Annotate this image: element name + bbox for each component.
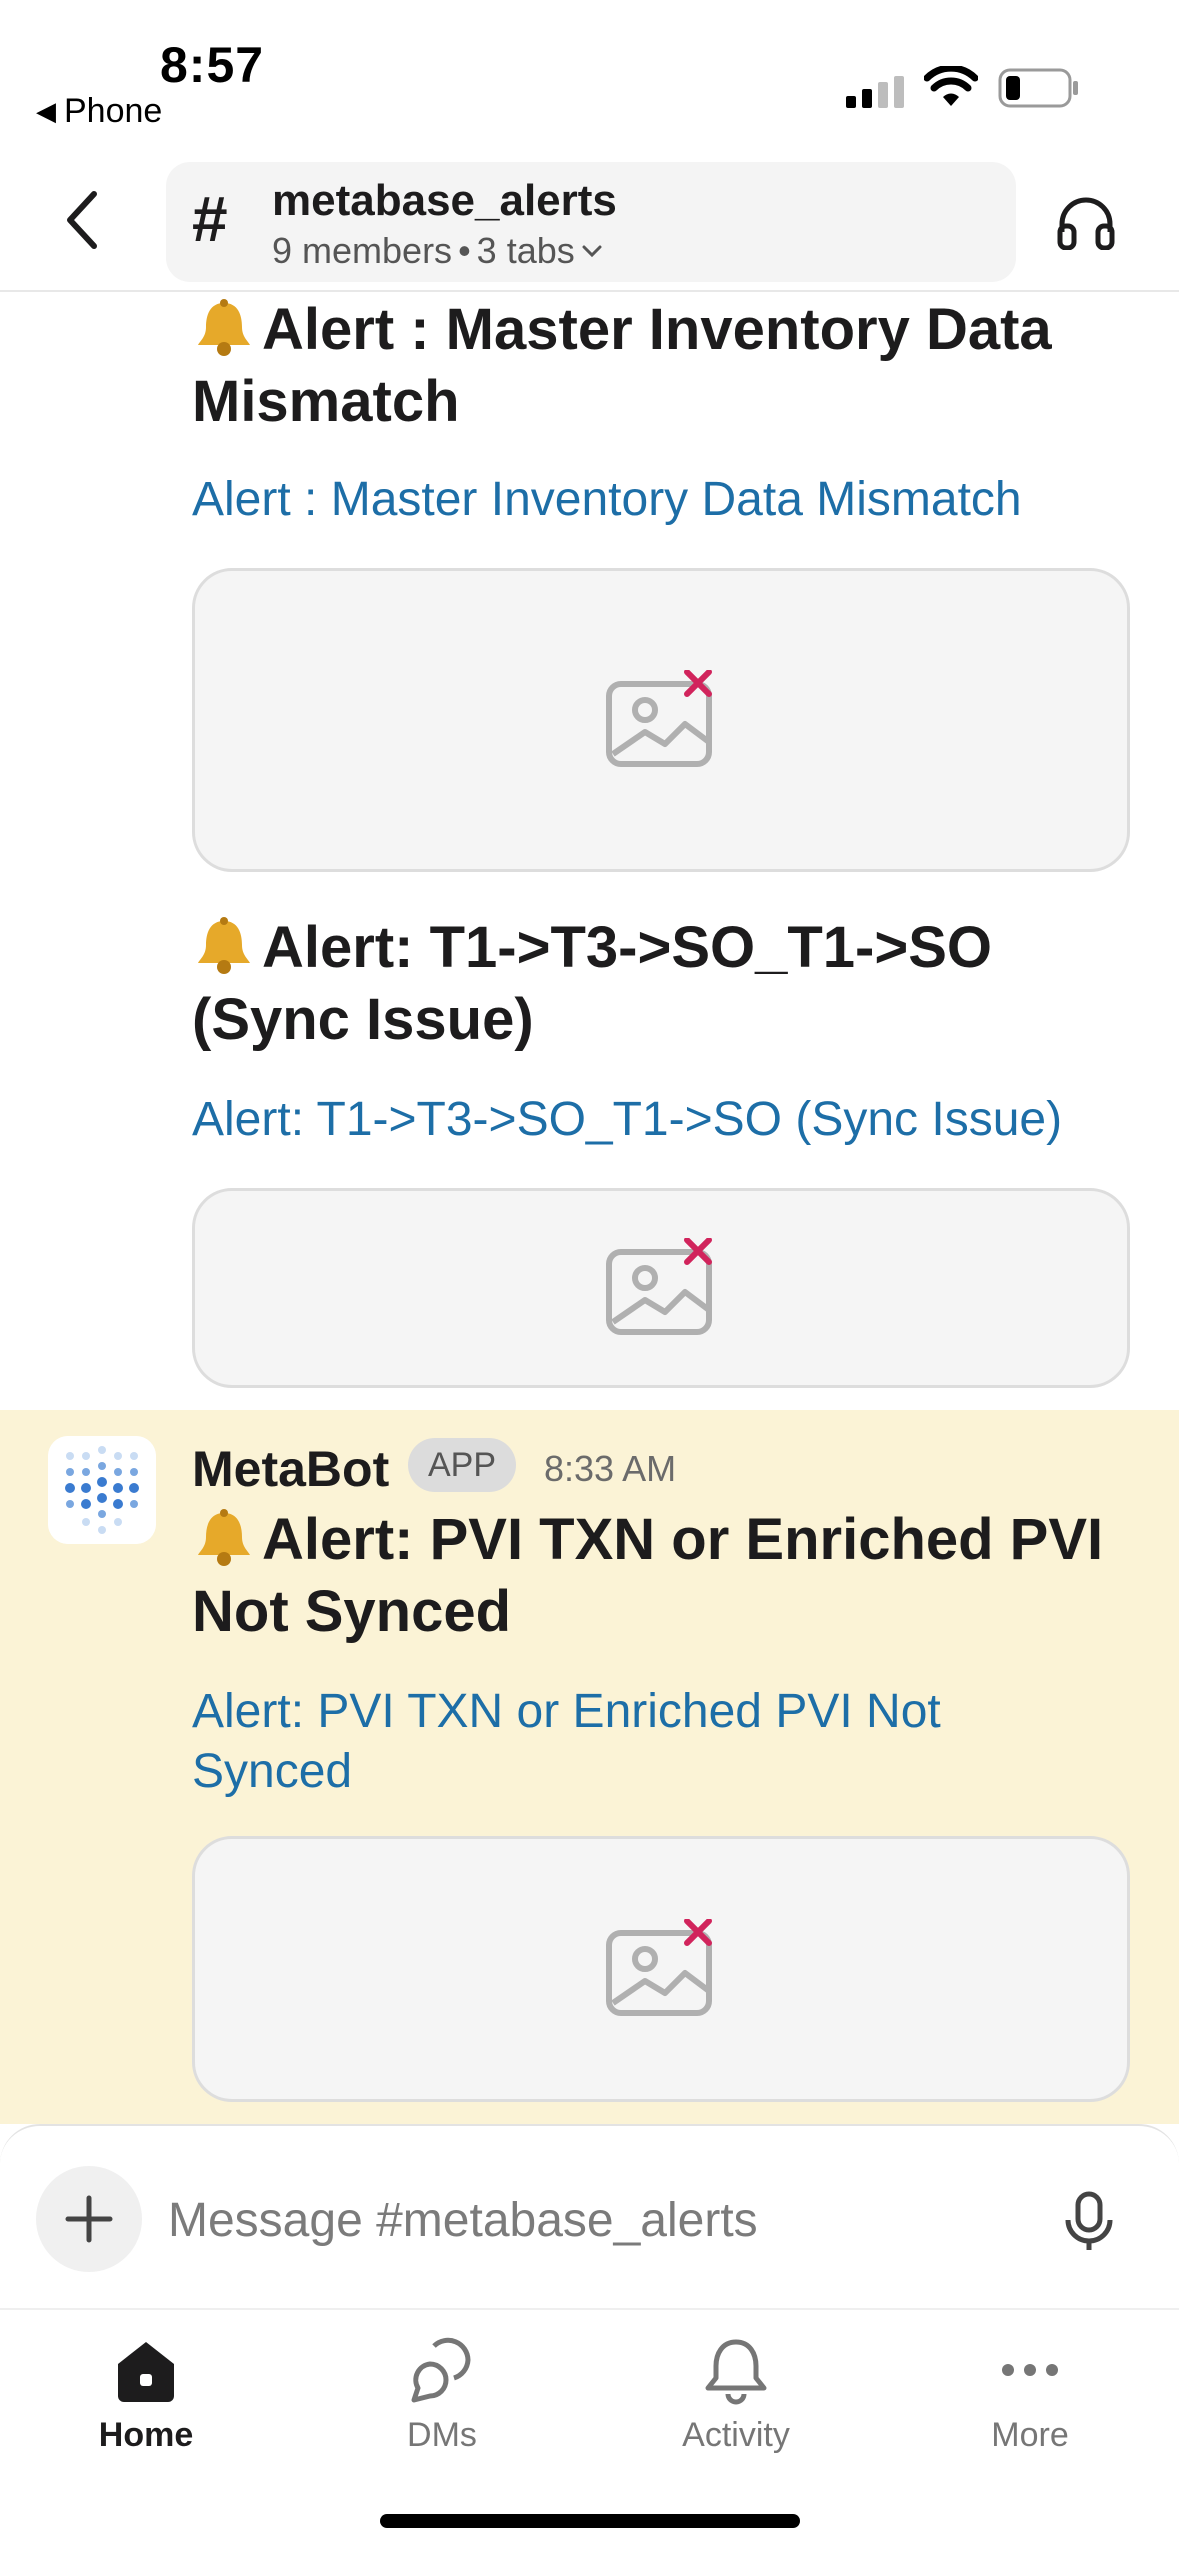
alert-title-text: Alert : Master Inventory Data Mismatch — [192, 297, 1052, 434]
tab-activity[interactable]: Activity — [626, 2334, 846, 2484]
back-chevron-icon[interactable] — [62, 188, 102, 252]
alert-link[interactable]: Alert: T1->T3->SO_T1->SO (Sync Issue) — [192, 1090, 1142, 1150]
bell-emoji-icon — [198, 917, 250, 974]
broken-image-icon — [606, 1919, 712, 2016]
channel-header: # metabase_alerts 9 members • 3 tabs — [0, 150, 1179, 292]
status-bar: 8:57 ◀ Phone — [0, 0, 1179, 150]
home-icon — [118, 2342, 174, 2402]
alert-title-text: Alert: T1->T3->SO_T1->SO (Sync Issue) — [192, 915, 993, 1052]
message-input[interactable]: Message #metabase_alerts — [168, 2186, 1008, 2256]
bell-icon — [705, 2339, 767, 2405]
bell-emoji-icon — [198, 1509, 250, 1566]
bell-emoji-icon — [198, 299, 250, 356]
back-app-label: Phone — [64, 92, 163, 130]
plus-icon — [65, 2195, 113, 2243]
meta-separator: • — [458, 230, 471, 271]
message-composer: Message #metabase_alerts — [0, 2124, 1179, 2308]
broken-image-preview[interactable] — [192, 1836, 1130, 2102]
back-triangle-icon: ◀ — [36, 96, 56, 126]
message-timestamp: 8:33 AM — [544, 1448, 677, 1489]
chevron-down-icon — [582, 245, 602, 258]
cellular-signal-icon — [846, 76, 904, 108]
tab-dms[interactable]: DMs — [332, 2334, 552, 2484]
alert-title-text: Alert: PVI TXN or Enriched PVI Not Synce… — [192, 1507, 1104, 1644]
alert-link[interactable]: Alert : Master Inventory Data Mismatch — [192, 470, 1142, 530]
alert-title: Alert: PVI TXN or Enriched PVI Not Synce… — [192, 1504, 1142, 1648]
app-badge: APP — [408, 1438, 517, 1492]
wifi-icon — [924, 66, 978, 106]
alert-title: Alert : Master Inventory Data Mismatch — [192, 294, 1142, 438]
tab-label: More — [991, 2416, 1069, 2454]
huddle-headphones-icon[interactable] — [1056, 194, 1116, 250]
more-icon — [1002, 2364, 1058, 2376]
alert-link[interactable]: Alert: PVI TXN or Enriched PVI Not Synce… — [192, 1682, 1052, 1802]
back-to-app-link[interactable]: ◀ Phone — [36, 92, 162, 131]
broken-image-preview[interactable] — [192, 1188, 1130, 1388]
battery-icon — [998, 68, 1078, 108]
tab-label: DMs — [407, 2416, 477, 2454]
message-list[interactable]: Alert : Master Inventory Data Mismatch A… — [0, 294, 1179, 2124]
metabot-avatar[interactable] — [48, 1436, 156, 1544]
channel-meta: 9 members • 3 tabs — [272, 230, 603, 272]
tab-label: Activity — [682, 2416, 790, 2454]
broken-image-icon — [606, 1238, 712, 1335]
broken-image-preview[interactable] — [192, 568, 1130, 872]
home-indicator[interactable] — [380, 2514, 800, 2528]
broken-image-icon — [606, 670, 712, 767]
attach-button[interactable] — [36, 2166, 142, 2272]
tab-label: Home — [98, 2416, 194, 2454]
tab-more[interactable]: More — [920, 2334, 1140, 2484]
channel-info-button[interactable]: # metabase_alerts 9 members • 3 tabs — [166, 162, 1016, 282]
tab-count: 3 tabs — [476, 230, 575, 271]
channel-name: metabase_alerts — [272, 176, 617, 225]
tab-home[interactable]: Home — [36, 2334, 256, 2484]
microphone-icon[interactable] — [1062, 2190, 1116, 2254]
sender-name[interactable]: MetaBot — [192, 1440, 389, 1498]
clock: 8:57 — [160, 37, 265, 93]
alert-title: Alert: T1->T3->SO_T1->SO (Sync Issue) — [192, 912, 1142, 1056]
hash-icon: # — [192, 183, 228, 255]
member-count: 9 members — [272, 230, 453, 271]
dms-icon — [411, 2337, 471, 2403]
